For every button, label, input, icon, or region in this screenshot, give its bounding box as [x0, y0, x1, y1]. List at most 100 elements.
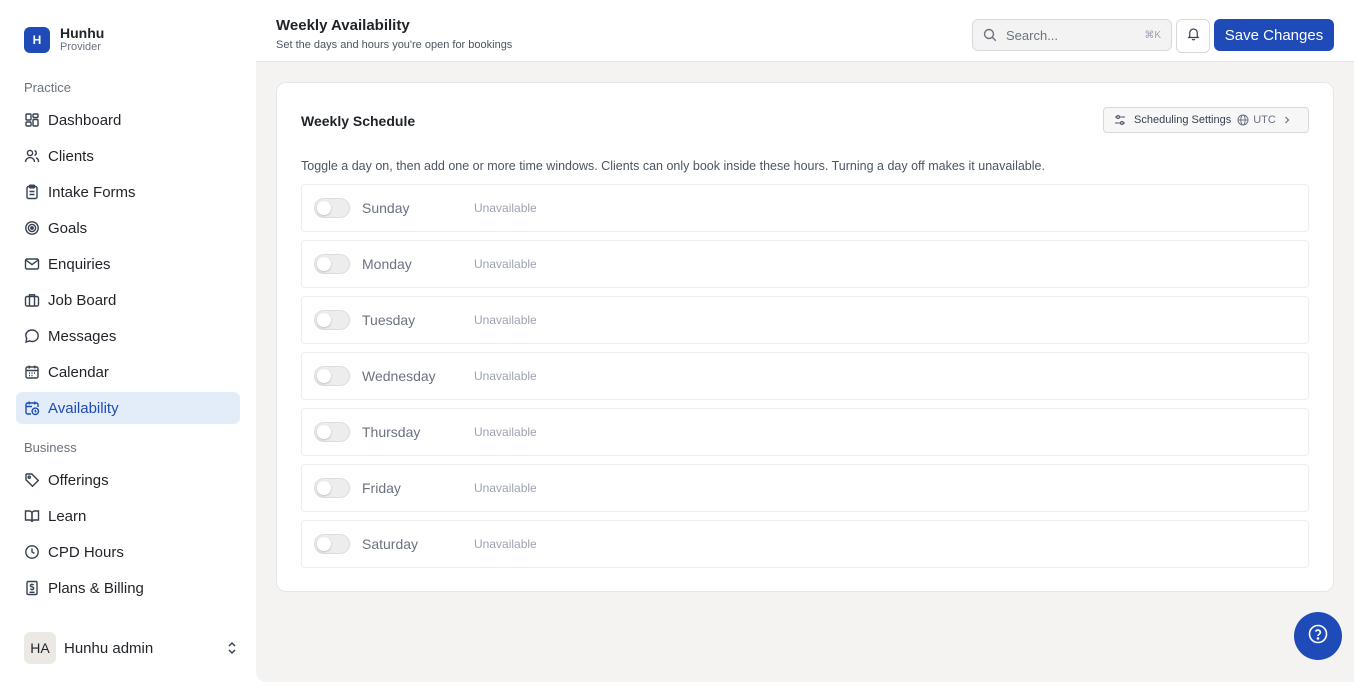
sidebar-item-label: Learn — [48, 507, 87, 525]
day-row-thursday: Thursday Unavailable — [301, 408, 1309, 456]
clock-icon — [24, 544, 40, 560]
day-status: Unavailable — [474, 425, 537, 439]
users-icon — [24, 148, 40, 164]
target-icon — [24, 220, 40, 236]
day-status: Unavailable — [474, 201, 537, 215]
day-row-tuesday: Tuesday Unavailable — [301, 296, 1309, 344]
day-status: Unavailable — [474, 481, 537, 495]
sidebar-item-plans-billing[interactable]: Plans & Billing — [16, 572, 240, 604]
main-content: Weekly Availability Set the days and hou… — [256, 8, 1354, 682]
calendar-icon — [24, 364, 40, 380]
sidebar-item-label: Enquiries — [48, 255, 111, 273]
globe-icon — [1237, 114, 1249, 126]
avatar: HA — [24, 632, 56, 664]
page-subtitle: Set the days and hours you're open for b… — [276, 39, 513, 51]
day-name: Tuesday — [362, 312, 416, 328]
topbar: Weekly Availability Set the days and hou… — [256, 8, 1354, 62]
sidebar-item-dashboard[interactable]: Dashboard — [16, 104, 240, 136]
day-status: Unavailable — [474, 257, 537, 271]
day-row-saturday: Saturday Unavailable — [301, 520, 1309, 568]
user-menu[interactable]: HA Hunhu admin — [24, 632, 240, 664]
day-toggle[interactable] — [314, 254, 350, 274]
clipboard-icon — [24, 184, 40, 200]
sidebar-item-calendar[interactable]: Calendar — [16, 356, 240, 388]
day-toggle[interactable] — [314, 310, 350, 330]
day-row-sunday: Sunday Unavailable — [301, 184, 1309, 232]
save-changes-button[interactable]: Save Changes — [1214, 19, 1334, 51]
sidebar-item-label: Offerings — [48, 471, 109, 489]
notifications-button[interactable] — [1176, 19, 1210, 53]
sidebar-item-job-board[interactable]: Job Board — [16, 284, 240, 316]
search-placeholder: Search... — [1006, 27, 1059, 43]
search-icon — [983, 28, 997, 42]
sidebar-item-label: Messages — [48, 327, 117, 345]
day-row-wednesday: Wednesday Unavailable — [301, 352, 1309, 400]
briefcase-icon — [24, 292, 40, 308]
brand-name: Hunhu — [60, 25, 105, 41]
sidebar-item-label: Intake Forms — [48, 183, 136, 201]
day-name: Friday — [362, 480, 401, 496]
brand[interactable]: H Hunhu Provider — [24, 26, 104, 53]
scheduling-settings-button[interactable]: Scheduling Settings UTC — [1103, 107, 1309, 133]
sidebar-item-intake-forms[interactable]: Intake Forms — [16, 176, 240, 208]
sidebar-item-label: Plans & Billing — [48, 579, 144, 597]
calendar-clock-icon — [24, 400, 40, 416]
sidebar-item-availability[interactable]: Availability — [16, 392, 240, 424]
card-title: Weekly Schedule — [301, 113, 416, 129]
help-button[interactable] — [1294, 612, 1342, 660]
day-toggle[interactable] — [314, 478, 350, 498]
tag-icon — [24, 472, 40, 488]
brand-logo: H — [24, 26, 50, 53]
day-status: Unavailable — [474, 313, 537, 327]
day-toggle[interactable] — [314, 198, 350, 218]
user-name: Hunhu admin — [64, 639, 154, 657]
sidebar-item-goals[interactable]: Goals — [16, 212, 240, 244]
sidebar-item-label: Calendar — [48, 363, 109, 381]
sidebar-item-enquiries[interactable]: Enquiries — [16, 248, 240, 280]
day-name: Monday — [362, 256, 412, 272]
search-shortcut: ⌘K — [1144, 29, 1161, 41]
sidebar-item-label: Clients — [48, 147, 94, 165]
sidebar-item-clients[interactable]: Clients — [16, 140, 240, 172]
day-row-friday: Friday Unavailable — [301, 464, 1309, 512]
schedule-description: Toggle a day on, then add one or more ti… — [301, 159, 1045, 173]
sidebar-item-messages[interactable]: Messages — [16, 320, 240, 352]
chevron-up-down-icon — [224, 640, 240, 656]
day-name: Wednesday — [362, 368, 436, 384]
page-title: Weekly Availability — [276, 17, 410, 34]
timezone-label: UTC — [1253, 114, 1276, 126]
bell-icon — [1186, 26, 1201, 46]
sidebar-item-label: Availability — [48, 399, 119, 417]
sidebar-item-offerings[interactable]: Offerings — [16, 464, 240, 496]
day-status: Unavailable — [474, 369, 537, 383]
chevron-right-icon — [1282, 115, 1292, 125]
day-name: Saturday — [362, 536, 419, 552]
sidebar-item-label: Dashboard — [48, 111, 122, 129]
day-name: Thursday — [362, 424, 421, 440]
sidebar-item-label: Goals — [48, 219, 88, 237]
weekly-schedule-card: Weekly Schedule Scheduling Settings UTC … — [276, 82, 1334, 592]
day-toggle[interactable] — [314, 366, 350, 386]
day-toggle[interactable] — [314, 422, 350, 442]
day-name: Sunday — [362, 200, 410, 216]
scheduling-settings-label: Scheduling Settings — [1134, 114, 1232, 126]
chat-icon — [24, 328, 40, 344]
sidebar-item-cpd-hours[interactable]: CPD Hours — [16, 536, 240, 568]
search-input[interactable]: Search... ⌘K — [972, 19, 1172, 51]
settings-sliders-icon — [1114, 114, 1126, 126]
sidebar: H Hunhu Provider Practice Dashboard Clie… — [0, 0, 256, 688]
book-icon — [24, 508, 40, 524]
sidebar-item-learn[interactable]: Learn — [16, 500, 240, 532]
day-status: Unavailable — [474, 537, 537, 551]
billing-icon — [24, 580, 40, 596]
mail-icon — [24, 256, 40, 272]
section-label-practice: Practice — [24, 80, 71, 95]
help-icon — [1307, 623, 1329, 650]
sidebar-item-label: CPD Hours — [48, 543, 124, 561]
section-label-business: Business — [24, 440, 77, 455]
day-row-monday: Monday Unavailable — [301, 240, 1309, 288]
brand-subtitle: Provider — [60, 41, 101, 53]
sidebar-item-label: Job Board — [48, 291, 117, 309]
dashboard-icon — [24, 112, 40, 128]
day-toggle[interactable] — [314, 534, 350, 554]
